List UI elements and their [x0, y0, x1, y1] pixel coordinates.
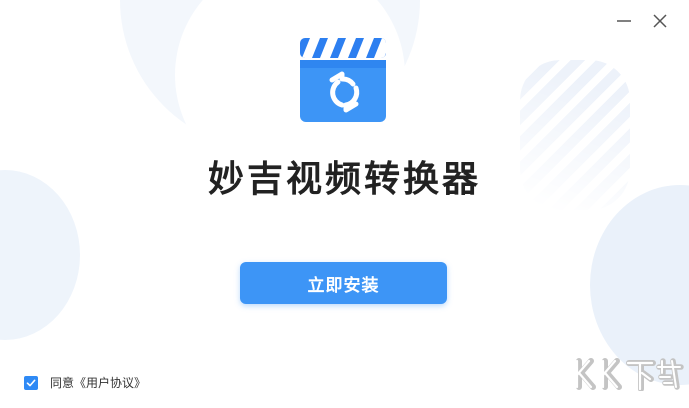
window-controls	[615, 12, 669, 30]
install-now-button[interactable]: 立即安装	[240, 262, 447, 304]
agreement-row: 同意《用户协议》	[24, 374, 146, 391]
close-icon	[653, 14, 667, 28]
app-title: 妙吉视频转换器	[207, 159, 481, 200]
watermark-logo	[573, 355, 685, 392]
minimize-button[interactable]	[615, 12, 633, 30]
check-icon	[26, 379, 36, 386]
agree-checkbox[interactable]	[24, 375, 38, 390]
app-logo	[298, 36, 388, 124]
video-clapper-convert-icon	[300, 38, 386, 122]
agreement-label: 同意《用户协议》	[50, 374, 146, 391]
minimize-icon	[617, 20, 631, 22]
agreement-prefix: 同意	[50, 376, 75, 390]
close-button[interactable]	[651, 12, 669, 30]
user-agreement-link[interactable]: 《用户协议》	[74, 376, 146, 390]
watermark-graphic	[575, 358, 684, 392]
